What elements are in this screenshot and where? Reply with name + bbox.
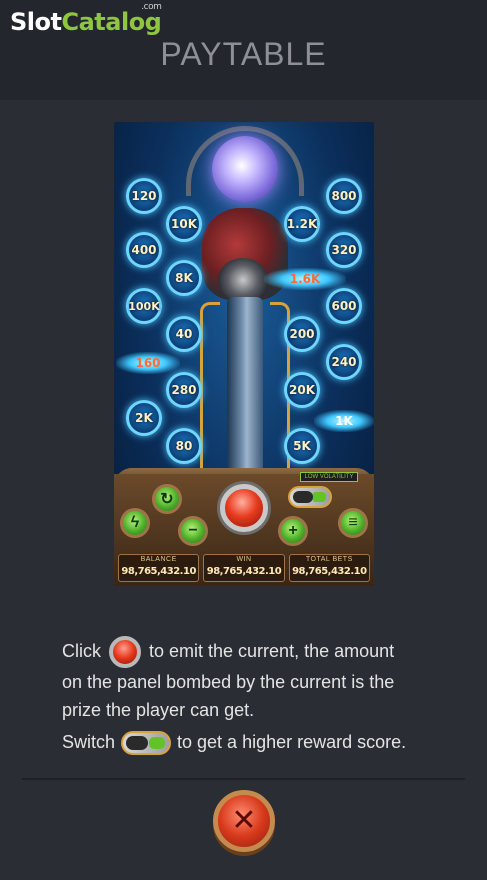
plus-icon: + [278,516,308,546]
stat-value: 98,765,432.10 [292,566,367,577]
plasma-orb [212,136,278,202]
stat-value: 98,765,432.10 [121,566,196,577]
stat-total-bets: TOTAL BETS 98,765,432.10 [288,554,370,582]
logo-com-text: .com [141,2,162,12]
multiplier-orb: 400 [126,232,162,268]
stat-value: 98,765,432.10 [206,566,282,577]
multiplier-orb: 40 [166,316,202,352]
logo-slot-text: Slot [10,8,62,36]
multiplier-orb: 1.2K [284,206,320,242]
stat-label: WIN [236,556,252,563]
autoplay-icon: ↻ [152,484,182,514]
page-title: PAYTABLE [160,36,327,72]
instruction-line: Switch to get a higher reward score. [62,728,442,756]
instruction-text: to get a higher reward score. [177,732,407,752]
multiplier-orb: 120 [126,178,162,214]
red-emit-button-icon [109,636,141,668]
multiplier-orb: 280 [166,372,202,408]
multiplier-orb: 5K [284,428,320,464]
multiplier-orb: 100K [126,288,162,324]
gear-icon [218,258,268,302]
multiplier-orb: 20K [284,372,320,408]
multiplier-orb: 800 [326,178,362,214]
stats-bar: BALANCE 98,765,432.10 WIN 98,765,432.10 … [118,554,370,582]
instruction-text: Switch [62,732,116,752]
lightning-icon: ϟ [120,508,150,538]
instruction-line: Click to emit the current, the amount [62,636,442,668]
flash-multiplier: 1.6K [264,268,346,290]
multiplier-orb: 2K [126,400,162,436]
divider [22,778,465,780]
multiplier-orb: 240 [326,344,362,380]
emit-button-icon [220,484,268,532]
multiplier-orb: 10K [166,206,202,242]
multiplier-orb: 8K [166,260,202,296]
volatility-switch-icon [288,486,332,508]
stat-label: BALANCE [140,556,177,563]
game-preview-image: 120 10K 400 8K 100K 40 280 2K 80 800 1.2… [114,122,374,586]
multiplier-orb: 600 [326,288,362,324]
flash-multiplier: 1K [314,410,374,432]
close-button[interactable]: ✕ [213,790,275,852]
multiplier-orb: 320 [326,232,362,268]
volatility-label: LOW VOLATILITY [300,472,358,482]
instruction-text: Click [62,640,101,661]
stat-label: TOTAL BETS [305,556,353,563]
close-icon: ✕ [231,803,257,838]
logo-catalog-text: Catalog [61,8,162,36]
instruction-text: to emit the current, the amount [149,640,395,661]
multiplier-orb: 200 [284,316,320,352]
flash-multiplier: 160 [116,352,180,374]
instruction-line: prize the player can get. [62,700,255,720]
menu-icon: ≡ [338,508,368,538]
instruction-line: on the panel bombed by the current is th… [62,672,395,692]
energy-tube [227,297,263,497]
volatility-switch-icon [121,731,172,756]
slotcatalog-logo: SlotCatalog .com [10,2,162,36]
multiplier-orb: 80 [166,428,202,464]
instructions-text: Click to emit the current, the amount on … [62,636,442,756]
stat-balance: BALANCE 98,765,432.10 [118,554,200,582]
minus-icon: − [178,516,208,546]
stat-win: WIN 98,765,432.10 [203,554,285,582]
header: SlotCatalog .com PAYTABLE [0,0,487,100]
